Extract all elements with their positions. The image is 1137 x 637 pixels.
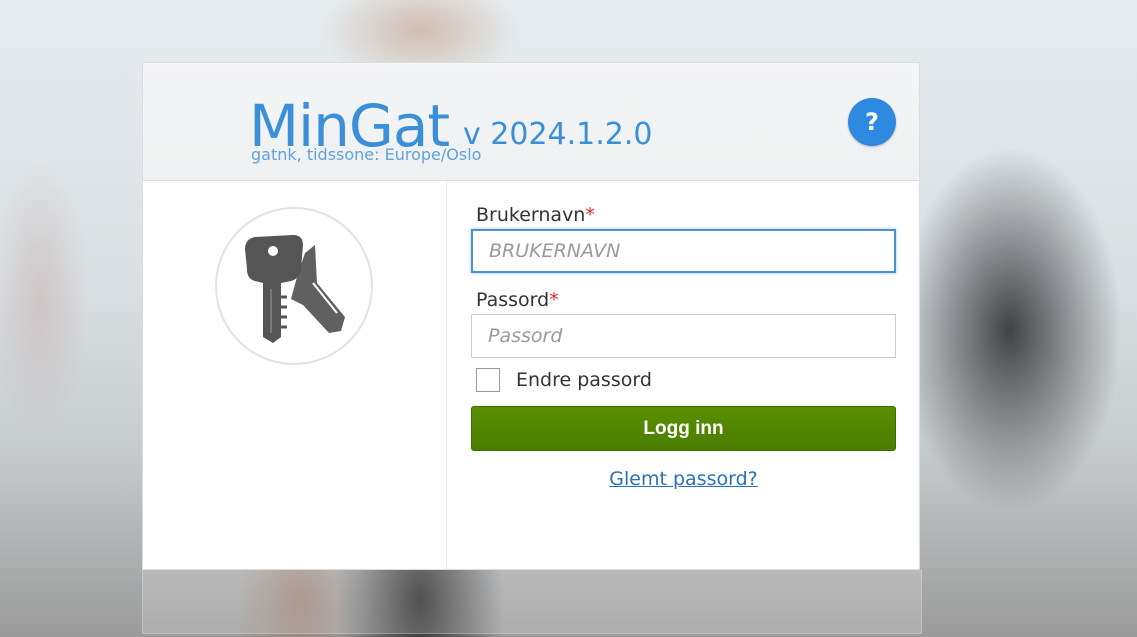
tenant-timezone-text: gatnk, tidssone: Europe/Oslo [251,145,482,164]
required-marker: * [549,289,559,311]
password-label: Passord* [476,289,559,311]
change-password-checkbox[interactable] [476,368,500,392]
keys-icon-graphic [245,235,345,343]
app-version: v 2024.1.2.0 [463,117,653,152]
password-input[interactable] [471,314,896,358]
card-footer-shadow [142,570,922,634]
login-card: MinGat v 2024.1.2.0 gatnk, tidssone: Eur… [142,62,920,570]
card-header: MinGat v 2024.1.2.0 gatnk, tidssone: Eur… [143,63,919,181]
keys-icon [215,207,373,365]
username-label: Brukernavn* [476,204,595,226]
help-button[interactable]: ? [848,98,896,146]
illustration-pane [143,181,447,569]
forgot-password-link[interactable]: Glemt passord? [471,467,896,491]
login-button[interactable]: Logg inn [471,406,896,451]
change-password-label[interactable]: Endre passord [516,368,652,392]
question-mark-icon: ? [865,108,879,136]
required-marker: * [585,204,595,226]
username-input[interactable] [471,229,896,273]
